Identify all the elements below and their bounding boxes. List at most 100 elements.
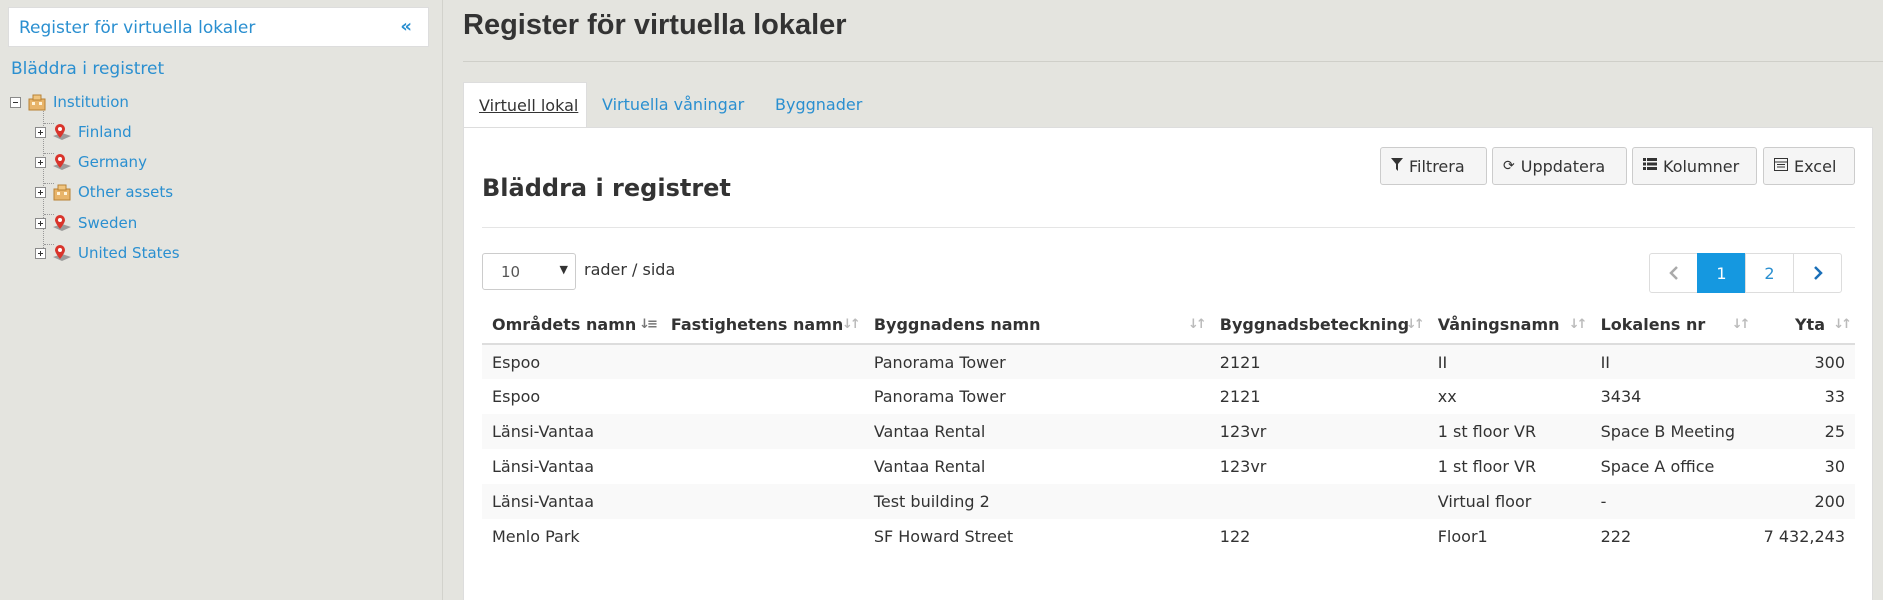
- rows-per-page-label: rader / sida: [584, 260, 676, 279]
- table-cell: 2121: [1209, 344, 1428, 379]
- filter-icon: [1391, 157, 1403, 175]
- refresh-icon: ⟳: [1503, 158, 1515, 174]
- sidebar-title[interactable]: Register för virtuella lokaler: [19, 18, 255, 38]
- chevron-right-icon: [1813, 266, 1823, 280]
- sidebar-header: Register för virtuella lokaler «: [8, 7, 429, 47]
- table-cell: Länsi-Vantaa: [482, 484, 661, 519]
- tree-node-finland[interactable]: Finland: [35, 122, 132, 142]
- tree-node-united-states[interactable]: United States: [35, 243, 180, 263]
- col-header-area-name[interactable]: Områdets namn ↓≡: [482, 306, 661, 345]
- tree-label-finland[interactable]: Finland: [78, 123, 132, 141]
- tree-node-institution[interactable]: Institution: [10, 92, 129, 112]
- col-header-area[interactable]: Yta ↓↑: [1753, 306, 1855, 345]
- table-row[interactable]: Espoo Panorama Tower 2121 xx 3434 33: [482, 379, 1855, 414]
- tree-label-germany[interactable]: Germany: [78, 153, 147, 171]
- table-cell: 33: [1824, 387, 1845, 406]
- filter-button[interactable]: Filtrera: [1380, 147, 1487, 185]
- map-pin-icon: [52, 123, 72, 141]
- sort-icon[interactable]: ↓↑: [842, 317, 861, 332]
- table-cell: 7 432,243: [1763, 527, 1845, 546]
- table-cell: [660, 484, 864, 519]
- table-cell: 300: [1753, 344, 1855, 379]
- rows-per-page-select[interactable]: 10 ▼: [482, 253, 576, 290]
- pagination: 1 2: [1649, 253, 1842, 293]
- expand-node-icon[interactable]: [35, 156, 46, 168]
- tree-label-institution[interactable]: Institution: [53, 93, 129, 111]
- table-cell: Espoo: [482, 344, 661, 379]
- tree-label-sweden[interactable]: Sweden: [78, 214, 137, 232]
- table-cell: [660, 344, 864, 379]
- table-cell: Virtual floor: [1427, 484, 1591, 519]
- expand-node-icon[interactable]: [35, 217, 46, 229]
- col-header-room-number[interactable]: Lokalens nr ↓↑: [1590, 306, 1754, 345]
- col-header-building-name[interactable]: Byggnadens namn ↓↑: [863, 306, 1210, 345]
- table-cell: Test building 2: [863, 484, 1210, 519]
- table-cell: Länsi-Vantaa: [482, 414, 661, 449]
- table-cell: Space A office: [1600, 457, 1715, 476]
- expand-node-icon[interactable]: [35, 186, 46, 198]
- excel-button[interactable]: Excel: [1763, 147, 1855, 185]
- table-header-row: Områdets namn ↓≡ Fastighetens namn ↓↑ Bygg…: [482, 306, 1855, 345]
- sort-icon[interactable]: ↓↑: [1406, 317, 1425, 332]
- table-cell: Space B Meeting: [1590, 414, 1754, 449]
- tree-node-other-assets[interactable]: Other assets: [35, 182, 173, 202]
- tab-buildings[interactable]: Byggnader: [760, 82, 877, 128]
- pager-next-button[interactable]: [1793, 253, 1842, 293]
- table-cell: Vantaa Rental: [863, 414, 1210, 449]
- table-cell: 1 st floor VR: [1427, 414, 1591, 449]
- map-pin-icon: [52, 153, 72, 171]
- sort-icon[interactable]: ↓↑: [1188, 317, 1207, 332]
- tree-node-germany[interactable]: Germany: [35, 152, 147, 172]
- tab-virtual-floors[interactable]: Virtuella våningar: [587, 82, 759, 128]
- expand-node-icon[interactable]: [35, 126, 46, 138]
- table-cell: Panorama Tower: [873, 387, 1006, 406]
- building-icon: [52, 183, 72, 201]
- table-cell: 200: [1753, 484, 1855, 519]
- sort-icon[interactable]: ↓↑: [1732, 317, 1751, 332]
- table-row[interactable]: Espoo Panorama Tower 2121 II II 300: [482, 344, 1855, 379]
- table-cell: Menlo Park: [492, 527, 580, 546]
- title-divider: [463, 61, 1883, 62]
- content-panel: Bläddra i registret Filtrera ⟳ Uppdatera…: [463, 127, 1873, 600]
- sort-icon[interactable]: ↓↑: [1569, 317, 1588, 332]
- table-body: Espoo Panorama Tower 2121 II II 300 Espoo Panor…: [482, 344, 1855, 554]
- refresh-button[interactable]: ⟳ Uppdatera: [1492, 147, 1627, 185]
- pager-page-2[interactable]: 2: [1745, 253, 1794, 293]
- table-cell: [661, 519, 864, 554]
- table-cell: 123vr: [1219, 457, 1267, 476]
- table-row[interactable]: Länsi-Vantaa Test building 2 Virtual floor…: [482, 484, 1855, 519]
- filter-label: Filtrera: [1409, 156, 1465, 176]
- page-title: Register för virtuella lokaler: [463, 9, 847, 41]
- tree-label-united-states[interactable]: United States: [78, 244, 180, 262]
- map-pin-icon: [52, 244, 72, 262]
- sort-desc-icon[interactable]: ↓≡: [639, 317, 658, 332]
- table-cell: Panorama Tower: [863, 344, 1210, 379]
- sort-icon[interactable]: ↓↑: [1833, 317, 1852, 332]
- table-cell: 122: [1219, 527, 1251, 546]
- table-cell: [661, 449, 864, 484]
- col-header-floor-name[interactable]: Våningsnamn ↓↑: [1427, 306, 1591, 345]
- browse-register-link[interactable]: Bläddra i registret: [11, 59, 164, 79]
- col-header-building-designation[interactable]: Byggnadsbeteckning ↓↑: [1209, 306, 1428, 345]
- collapse-sidebar-icon[interactable]: «: [400, 16, 412, 37]
- expand-node-icon[interactable]: [35, 247, 46, 259]
- table-row[interactable]: Menlo Park SF Howard Street 122 Floor1 222 7 …: [482, 519, 1855, 554]
- collapse-node-icon[interactable]: [10, 96, 21, 108]
- tree-label-other-assets[interactable]: Other assets: [78, 183, 173, 201]
- pager-prev-button[interactable]: [1649, 253, 1698, 293]
- tree-node-sweden[interactable]: Sweden: [35, 213, 137, 233]
- table-row[interactable]: Länsi-Vantaa Vantaa Rental 123vr 1 st floor…: [482, 449, 1855, 484]
- pager-page-1[interactable]: 1: [1697, 253, 1746, 293]
- table-row[interactable]: Länsi-Vantaa Vantaa Rental 123vr 1 st floor…: [482, 414, 1855, 449]
- building-icon: [27, 93, 47, 111]
- table-cell: SF Howard Street: [873, 527, 1014, 546]
- table-cell: II: [1590, 344, 1754, 379]
- table-cell: 222: [1600, 527, 1632, 546]
- table-cell: [660, 414, 864, 449]
- list-icon: [1643, 158, 1657, 174]
- table-cell: -: [1590, 484, 1754, 519]
- columns-button[interactable]: Kolumner: [1632, 147, 1757, 185]
- col-header-property-name[interactable]: Fastighetens namn ↓↑: [660, 306, 864, 345]
- tab-virtual-room[interactable]: Virtuell lokal: [463, 82, 587, 128]
- table-cell: II: [1427, 344, 1591, 379]
